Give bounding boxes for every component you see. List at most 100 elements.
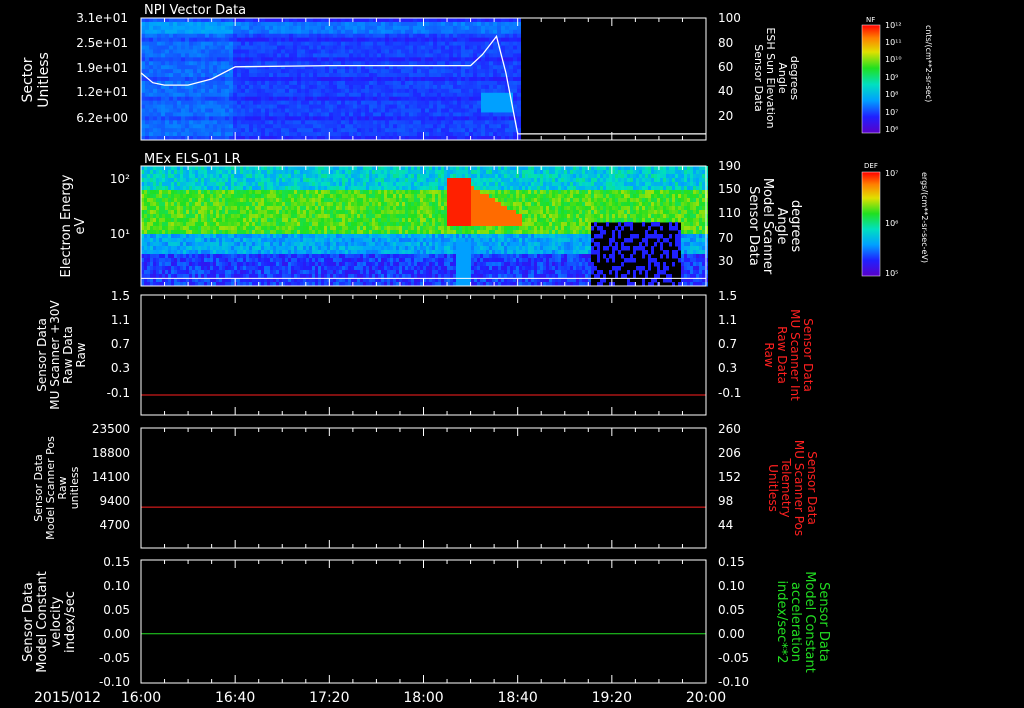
panel1-heat-cell xyxy=(437,25,441,31)
panel1-heat-cell xyxy=(237,29,241,35)
panel1-heat-cell xyxy=(277,77,281,82)
panel2-heat-cell xyxy=(357,198,360,203)
panel1-heat-cell xyxy=(437,96,441,102)
panel1-heat-cell xyxy=(469,37,473,43)
panel1-heat-cell xyxy=(513,92,517,98)
panel2-heat-cell xyxy=(201,190,204,195)
panel2-heat-cell xyxy=(636,198,639,203)
panel1-heat-cell xyxy=(333,96,337,102)
panel1-heat-cell xyxy=(513,57,517,62)
panel1-heat-cell xyxy=(477,69,481,74)
panel1-heat-cell xyxy=(145,29,149,35)
panel1-right-label-line: ESH Sun Elevation xyxy=(764,27,777,128)
panel1-heat-cell xyxy=(349,120,353,125)
panel2-heat-cell xyxy=(696,198,699,203)
panel1-heat-cell xyxy=(161,96,165,102)
panel1-heat-cell xyxy=(173,96,177,102)
panel1-heat-cell xyxy=(177,116,181,121)
panel2-heat-cell xyxy=(216,178,219,183)
panel2-heat-cell xyxy=(237,186,240,191)
panel1-heat-cell xyxy=(169,25,173,31)
panel2-heat-cell xyxy=(495,198,498,203)
panel1-heat-cell xyxy=(205,112,209,117)
panel2-heat-cell xyxy=(264,166,267,171)
panel1-heat-cell xyxy=(437,88,441,94)
panel1-heat-cell xyxy=(481,73,485,78)
panel2-heat-cell xyxy=(183,182,186,187)
panel2-heat-cell xyxy=(507,190,510,195)
panel1-heat-cell xyxy=(313,128,317,133)
panel2-heat-cell xyxy=(552,194,555,199)
panel1-heat-cell xyxy=(321,77,325,82)
panel2-heat-cell xyxy=(516,174,519,179)
panel1-heat-cell xyxy=(517,45,521,50)
panel1-heat-cell xyxy=(281,112,285,117)
panel2-heat-cell xyxy=(405,174,408,179)
panel2-heat-cell xyxy=(678,170,681,175)
panel1-heat-cell xyxy=(185,132,189,137)
panel1-heat-cell xyxy=(185,65,189,70)
panel1-heat-cell xyxy=(209,53,213,58)
panel1-heat-cell xyxy=(389,21,393,27)
panel1-heat-cell xyxy=(369,128,373,133)
panel1-heat-cell xyxy=(317,124,321,129)
panel1-heat-cell xyxy=(377,25,381,31)
panel1-heat-cell xyxy=(145,65,149,70)
panel2-heat-cell xyxy=(330,202,333,207)
panel2-heat-cell xyxy=(219,166,222,171)
panel2-heat-cell xyxy=(264,194,267,199)
panel2-heat-cell xyxy=(291,178,294,183)
panel2-heat-cell xyxy=(678,166,681,171)
panel2-heat-cell xyxy=(624,198,627,203)
panel1-heat-cell xyxy=(401,49,405,54)
panel1-heat-cell xyxy=(401,124,405,129)
panel1-heat-cell xyxy=(181,69,185,74)
panel2-heat-cell xyxy=(162,190,165,195)
panel2-heat-cell xyxy=(663,194,666,199)
panel1-heat-cell xyxy=(281,49,285,54)
panel1-heat-cell xyxy=(505,120,509,125)
panel1-heat-cell xyxy=(169,108,173,113)
panel2-heat-cell xyxy=(249,182,252,187)
panel1-heat-cell xyxy=(421,96,425,102)
panel2-heat-cell xyxy=(405,182,408,187)
panel1-heat-cell xyxy=(297,73,301,78)
panel1-heat-cell xyxy=(353,33,357,39)
panel2-heat-cell xyxy=(273,206,276,211)
panel2-heat-cell xyxy=(249,206,252,211)
panel2-heat-cell xyxy=(288,186,291,191)
panel2-heat-cell xyxy=(309,166,312,171)
panel1-heat-cell xyxy=(289,92,293,98)
panel2-heat-cell xyxy=(594,166,597,171)
panel2-heat-cell xyxy=(675,190,678,195)
panel2-heat-cell xyxy=(483,178,486,183)
panel1-heat-cell xyxy=(437,104,441,110)
panel1-heat-cell xyxy=(345,128,349,133)
panel2-heat-cell xyxy=(522,194,525,199)
panel2-heat-cell xyxy=(396,174,399,179)
panel2-heat-cell xyxy=(264,174,267,179)
panel1-heat-cell xyxy=(217,45,221,50)
panel2-heat-cell xyxy=(342,174,345,179)
panel2-heat-cell xyxy=(411,202,414,207)
panel1-heat-cell xyxy=(461,21,465,27)
panel1-heat-cell xyxy=(329,112,333,117)
panel2-heat-cell xyxy=(546,174,549,179)
panel1-heat-cell xyxy=(393,120,397,125)
panel1-heat-cell xyxy=(225,21,229,27)
panel1-heat-cell xyxy=(341,33,345,39)
panel1-heat-cell xyxy=(469,100,473,106)
panel2-heat-cell xyxy=(615,202,618,207)
panel1-heat-cell xyxy=(177,73,181,78)
panel2-heat-cell xyxy=(519,182,522,187)
panel2-heat-cell xyxy=(174,166,177,171)
panel2-heat-cell xyxy=(417,170,420,175)
panel2-heat-cell xyxy=(558,170,561,175)
panel2-heat-cell xyxy=(462,202,465,207)
panel1-heat-cell xyxy=(237,18,241,23)
panel1-heat-cell xyxy=(489,92,493,98)
panel2-heat-cell xyxy=(618,202,621,207)
panel2-heat-cell xyxy=(183,186,186,191)
panel1-heat-cell xyxy=(245,53,249,58)
panel1-heat-cell xyxy=(417,84,421,90)
